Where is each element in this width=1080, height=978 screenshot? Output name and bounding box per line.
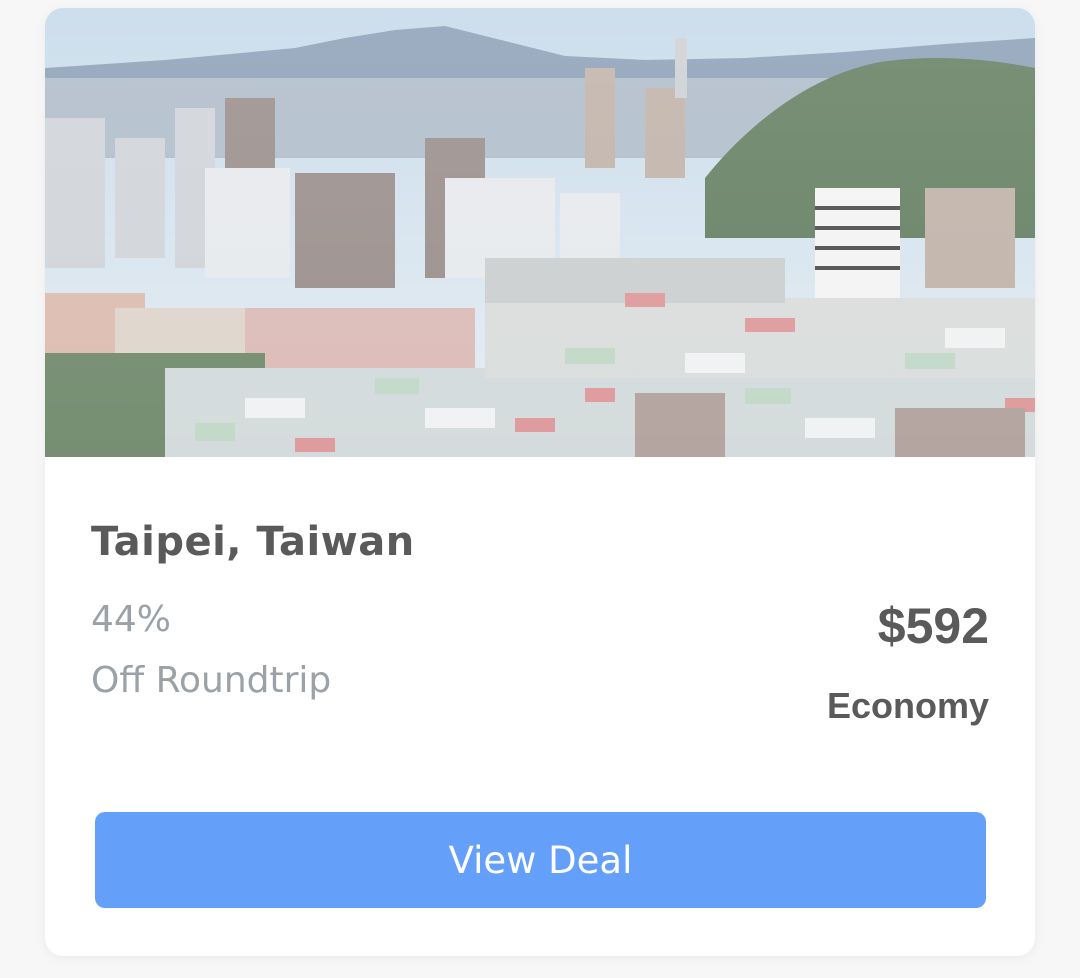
deal-details: Taipei, Taiwan 44% Off Roundtrip $592 Ec… [45, 457, 1035, 956]
destination-title: Taipei, Taiwan [91, 519, 415, 565]
view-deal-button[interactable]: View Deal [95, 812, 986, 908]
deal-price: $592 [877, 598, 989, 654]
cabin-class: Economy [826, 685, 989, 726]
destination-photo [45, 8, 1035, 457]
discount-description: Off Roundtrip [91, 660, 332, 701]
discount-percent: 44% [91, 599, 172, 640]
deal-card: Taipei, Taiwan 44% Off Roundtrip $592 Ec… [45, 8, 1035, 956]
